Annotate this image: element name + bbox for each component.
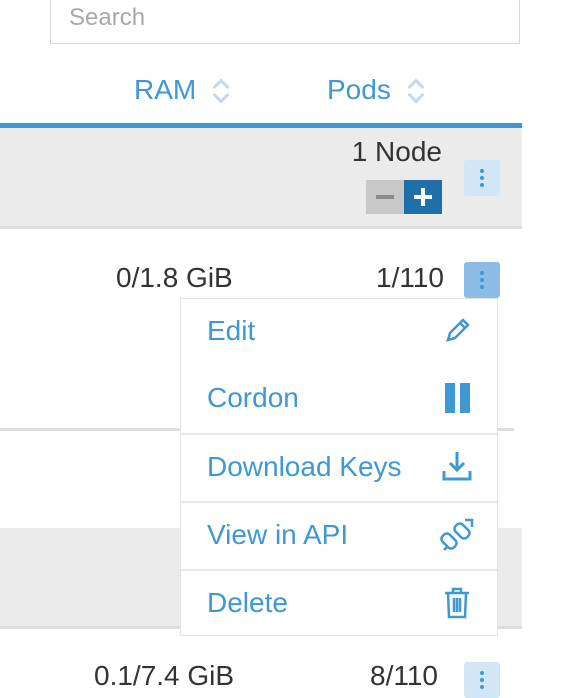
pods-column-label: Pods	[327, 74, 391, 105]
sort-icon	[405, 75, 425, 105]
ram-column-label: RAM	[134, 74, 197, 105]
ram-column-header[interactable]: RAM	[134, 70, 230, 110]
node-count-stepper	[366, 180, 442, 214]
pause-icon	[439, 380, 475, 416]
menu-item-edit[interactable]: Edit	[181, 299, 497, 366]
menu-item-label: Cordon	[207, 382, 299, 413]
node-ram-usage: 0/1.8 GiB	[116, 262, 233, 293]
node-ram-usage: 0.1/7.4 GiB	[94, 660, 235, 691]
node-actions-menu: Edit Cordon Download Keys View in API De…	[180, 298, 498, 636]
node-count: 1 Node	[351, 136, 442, 167]
pencil-icon	[439, 313, 475, 349]
decrease-nodes-button[interactable]	[366, 180, 404, 214]
menu-item-label: View in API	[207, 519, 349, 550]
menu-item-label: Download Keys	[207, 451, 402, 482]
download-icon	[439, 449, 475, 485]
sort-icon	[210, 75, 230, 105]
pool-actions-button[interactable]	[464, 160, 500, 196]
search-input[interactable]	[67, 0, 501, 36]
menu-item-label: Delete	[207, 587, 288, 618]
node-pool-row: 1 Node	[0, 128, 522, 229]
menu-item-cordon[interactable]: Cordon	[181, 366, 497, 433]
menu-item-view-in-api[interactable]: View in API	[181, 503, 497, 570]
node-pods-usage: 8/110	[370, 660, 438, 691]
search-box	[50, 0, 520, 44]
node-actions-button[interactable]	[464, 662, 500, 698]
pods-column-header[interactable]: Pods	[327, 70, 425, 110]
trash-icon	[439, 585, 475, 621]
external-link-icon	[439, 517, 475, 553]
node-actions-button[interactable]	[464, 262, 500, 298]
menu-item-label: Edit	[207, 315, 256, 346]
menu-item-download-keys[interactable]: Download Keys	[181, 435, 497, 502]
menu-item-delete[interactable]: Delete	[181, 571, 497, 638]
node-pods-usage: 1/110	[376, 262, 444, 293]
minus-icon	[376, 195, 394, 199]
increase-nodes-button[interactable]	[404, 180, 442, 214]
